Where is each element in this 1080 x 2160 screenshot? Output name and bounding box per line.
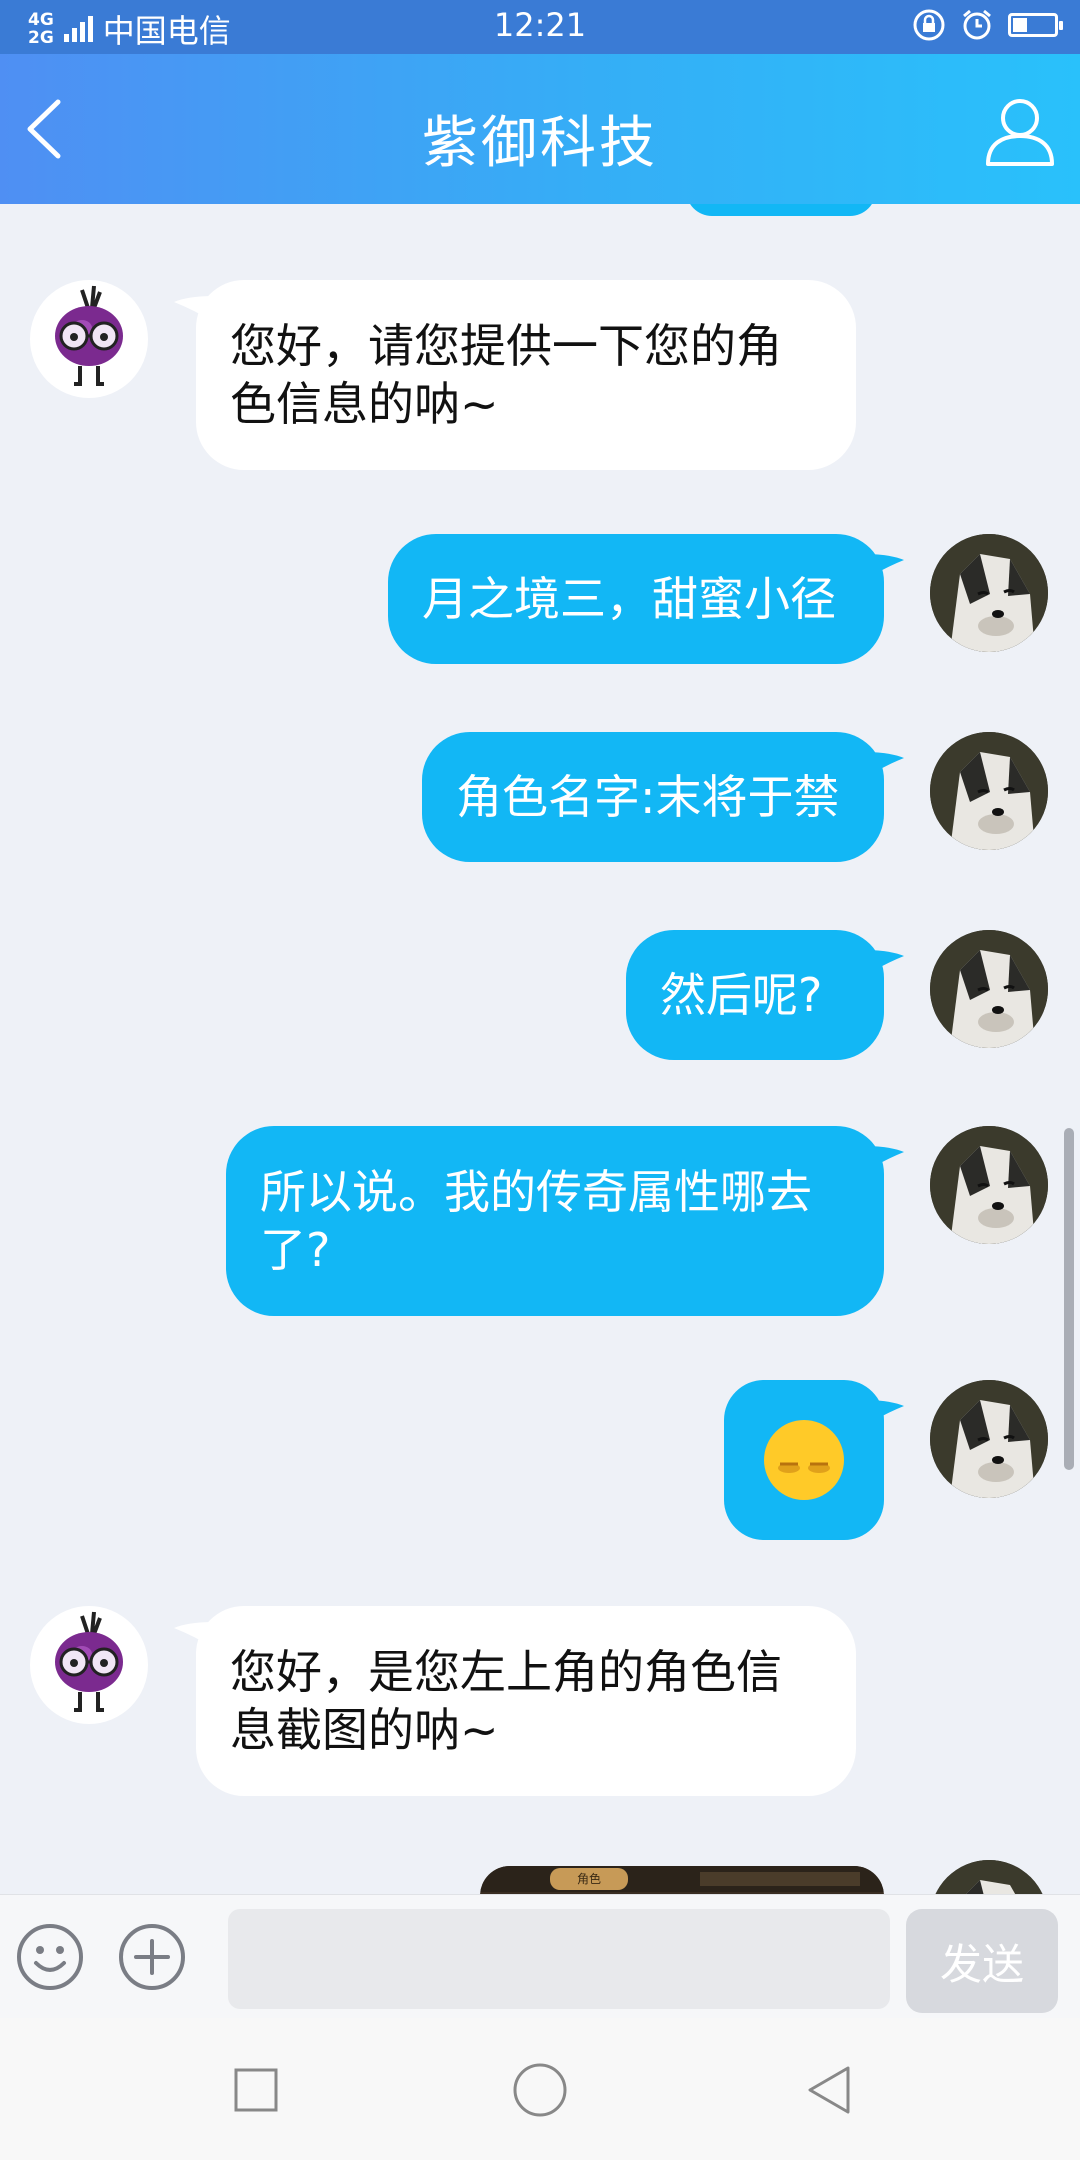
- purple-mascot-icon: [55, 1611, 123, 1712]
- message-text: 月之境三，甜蜜小径: [422, 572, 836, 626]
- avatar[interactable]: [30, 280, 148, 398]
- game-screenshot-tab: 角色: [550, 1868, 628, 1890]
- chat-bubble-outgoing[interactable]: 所以说。我的传奇属性哪去了?: [226, 1126, 884, 1316]
- status-bar: 4G 2G 中国电信 12:21: [0, 0, 1080, 54]
- avatar[interactable]: [930, 1126, 1048, 1244]
- avatar[interactable]: [930, 732, 1048, 850]
- square-icon[interactable]: [226, 2060, 286, 2120]
- input-bar: 发送: [0, 1894, 1080, 2019]
- send-button[interactable]: 发送: [906, 1909, 1058, 2013]
- message-text: 角色名字:末将于禁: [456, 770, 840, 824]
- image-message[interactable]: 角色: [480, 1866, 884, 1894]
- husky-avatar-icon: [930, 1126, 1048, 1244]
- smiley-icon[interactable]: [16, 1923, 84, 1991]
- avatar[interactable]: [930, 930, 1048, 1048]
- image-caption: 角色: [576, 1872, 601, 1886]
- purple-mascot-icon: [55, 285, 123, 386]
- message-text: 然后呢?: [660, 968, 823, 1022]
- husky-avatar-icon: [930, 534, 1048, 652]
- chat-area[interactable]: 您好，请您提供一下您的角色信息的呐~ 月之境三，甜蜜小径 角色名字:末将于禁 然…: [0, 204, 1080, 1894]
- chat-bubble-outgoing[interactable]: 然后呢?: [626, 930, 884, 1060]
- circle-icon[interactable]: [510, 2060, 570, 2120]
- chat-header: 紫御科技: [0, 54, 1080, 204]
- husky-avatar-icon: [930, 732, 1048, 850]
- page-title: 紫御科技: [422, 111, 658, 176]
- chat-bubble-outgoing[interactable]: 角色名字:末将于禁: [422, 732, 884, 862]
- status-right: [912, 8, 1063, 42]
- rotation-lock-icon: [913, 9, 945, 41]
- triangle-back-icon[interactable]: [800, 2060, 860, 2120]
- message-text: 您好，是您左上角的角色信息截图的呐~: [230, 1645, 782, 1757]
- husky-avatar-icon: [930, 1860, 1048, 1894]
- user-icon[interactable]: [980, 92, 1060, 172]
- chat-bubble-outgoing[interactable]: [724, 1380, 884, 1540]
- chat-bubble-incoming[interactable]: 您好，是您左上角的角色信息截图的呐~: [196, 1606, 856, 1796]
- message-text: 所以说。我的传奇属性哪去了?: [260, 1165, 812, 1277]
- avatar[interactable]: [930, 1380, 1048, 1498]
- alarm-icon: [963, 9, 991, 40]
- husky-avatar-icon: [930, 930, 1048, 1048]
- husky-avatar-icon: [930, 1380, 1048, 1498]
- sleepy-face-emoji-icon: [764, 1420, 844, 1500]
- message-text: 您好，请您提供一下您的角色信息的呐~: [230, 319, 782, 431]
- avatar[interactable]: [30, 1606, 148, 1724]
- battery-icon: [1008, 13, 1063, 37]
- plus-circle-icon[interactable]: [118, 1923, 186, 1991]
- scrollbar[interactable]: [1064, 1128, 1074, 1470]
- chat-bubble-outgoing[interactable]: 月之境三，甜蜜小径: [388, 534, 884, 664]
- chat-bubble-incoming[interactable]: 您好，请您提供一下您的角色信息的呐~: [196, 280, 856, 470]
- avatar[interactable]: [930, 534, 1048, 652]
- system-nav-bar: [0, 2018, 1080, 2160]
- message-input[interactable]: [228, 1909, 890, 2009]
- partial-bubble: [686, 204, 876, 216]
- avatar[interactable]: [930, 1860, 1048, 1894]
